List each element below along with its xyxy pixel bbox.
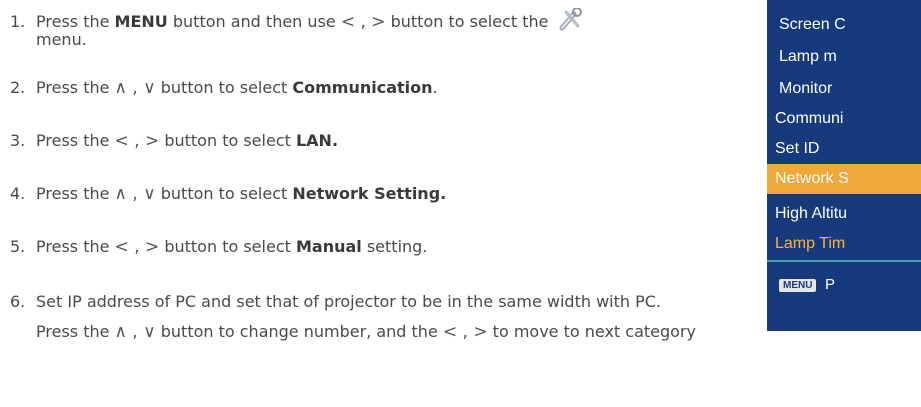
osd-item-lamp-mode[interactable]: Lamp m bbox=[779, 48, 837, 66]
osd-item-high-altitude[interactable]: High Altitu bbox=[775, 205, 847, 223]
step-number: 5. bbox=[10, 237, 26, 256]
menu-keyword: MENU bbox=[114, 12, 168, 31]
left-right-arrows: < , > bbox=[114, 131, 160, 151]
step-number: 3. bbox=[10, 131, 26, 150]
osd-item-network-setting[interactable]: Network S bbox=[767, 164, 921, 194]
manual-keyword: Manual bbox=[295, 237, 362, 256]
osd-item-lamp-time[interactable]: Lamp Tim bbox=[775, 235, 845, 253]
osd-item-monitor[interactable]: Monitor bbox=[779, 80, 832, 98]
tools-icon bbox=[558, 7, 584, 37]
up-down-arrows: ∧ , ∨ bbox=[114, 184, 156, 204]
left-right-arrows: < , > bbox=[340, 12, 386, 32]
step-number: 6. bbox=[10, 292, 26, 311]
osd-separator bbox=[767, 260, 921, 262]
left-right-arrows: < , > bbox=[114, 237, 160, 257]
osd-item-screen[interactable]: Screen C bbox=[779, 16, 846, 34]
osd-item-communication[interactable]: Communi bbox=[775, 110, 843, 128]
communication-keyword: Communication bbox=[292, 78, 433, 97]
up-down-arrows: ∧ , ∨ bbox=[114, 322, 156, 342]
up-down-arrows: ∧ , ∨ bbox=[114, 78, 156, 98]
step-number: 2. bbox=[10, 78, 26, 97]
step-1: 1. Press the MENU button and then use < ,… bbox=[10, 7, 584, 37]
step-1-continuation: menu. bbox=[36, 30, 87, 49]
step-5: 5. Press the < , > button to select Manua… bbox=[10, 237, 428, 257]
step-number: 1. bbox=[10, 12, 26, 31]
osd-menu-panel: Screen C Lamp m Monitor Communi Set ID N… bbox=[767, 0, 921, 331]
step-4: 4. Press the ∧ , ∨ button to select Netwo… bbox=[10, 184, 447, 204]
menu-key-badge: MENU bbox=[779, 279, 817, 292]
step-3: 3. Press the < , > button to select LAN. bbox=[10, 131, 339, 151]
lan-keyword: LAN. bbox=[295, 131, 339, 150]
osd-item-set-id[interactable]: Set ID bbox=[775, 140, 819, 158]
step-number: 4. bbox=[10, 184, 26, 203]
step-6: 6. Set IP address of PC and set that of p… bbox=[10, 292, 661, 311]
left-right-arrows: < , > bbox=[442, 322, 488, 342]
step-6-continuation: Press the ∧ , ∨ button to change number,… bbox=[36, 322, 696, 342]
osd-hint-text: P bbox=[825, 276, 836, 293]
network-setting-keyword: Network Setting. bbox=[292, 184, 447, 203]
step-2: 2. Press the ∧ , ∨ button to select Commu… bbox=[10, 78, 438, 98]
